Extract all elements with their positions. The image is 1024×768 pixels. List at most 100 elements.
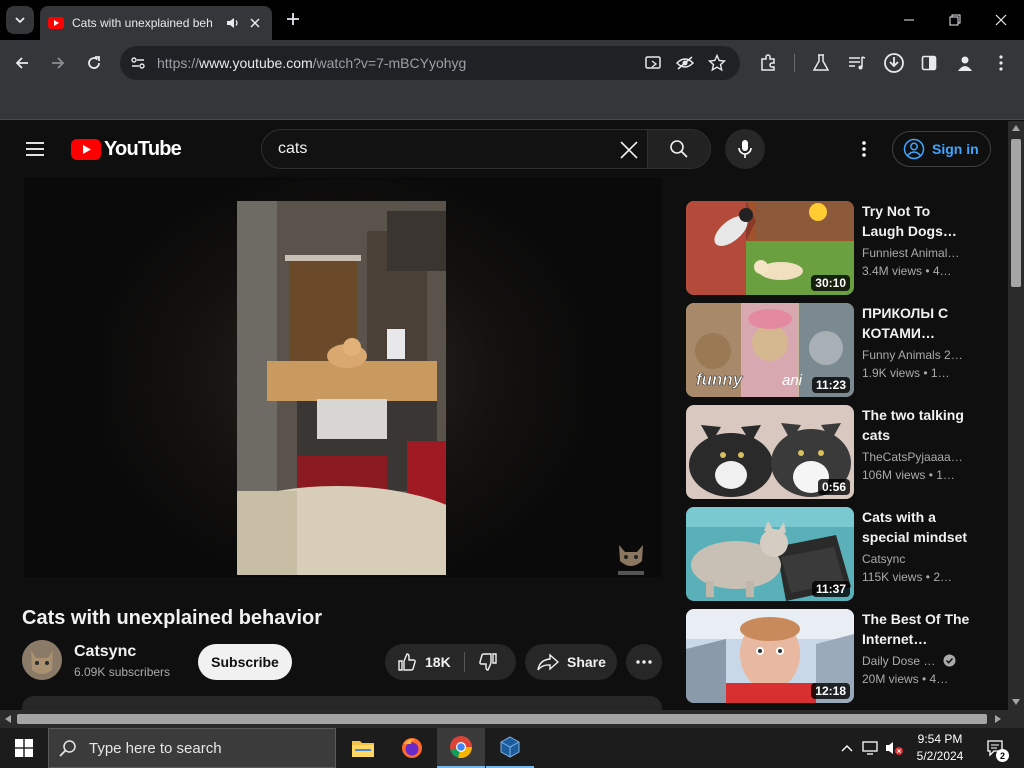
related-thumbnail[interactable]: 12:18: [686, 609, 854, 703]
profile-icon[interactable]: [954, 52, 976, 74]
related-video[interactable]: 30:10 Try Not To Laugh Dogs… Funniest An…: [686, 201, 986, 295]
sign-in-button[interactable]: Sign in: [892, 131, 991, 167]
notifications-button[interactable]: 2: [983, 736, 1009, 762]
like-dislike-bar: 18K: [385, 644, 516, 680]
chevron-down-icon: [15, 17, 25, 24]
video-duration: 11:23: [811, 377, 850, 393]
restore-button[interactable]: [932, 0, 978, 40]
related-thumbnail[interactable]: 11:37: [686, 507, 854, 601]
scroll-up-icon[interactable]: [1012, 125, 1020, 131]
video-frame-image: [237, 201, 446, 575]
video-player[interactable]: [24, 177, 662, 577]
back-button[interactable]: [10, 51, 34, 75]
vertical-scrollbar[interactable]: [1008, 121, 1024, 710]
site-settings-icon[interactable]: [130, 55, 146, 71]
search-button[interactable]: [647, 129, 711, 169]
vertical-scroll-thumb[interactable]: [1011, 139, 1021, 287]
subscriber-count: 6.09K subscribers: [74, 665, 171, 679]
close-window-button[interactable]: [978, 0, 1024, 40]
labs-flask-icon[interactable]: [810, 52, 832, 74]
eye-slash-icon[interactable]: [675, 53, 695, 73]
channel-watermark-icon[interactable]: [616, 541, 646, 577]
thumbnail-overlay-text: funny: [696, 370, 744, 389]
file-explorer-app[interactable]: [339, 728, 387, 768]
firefox-app[interactable]: [388, 728, 436, 768]
like-button[interactable]: 18K: [385, 644, 465, 680]
description-box[interactable]: [22, 696, 662, 710]
related-thumbnail[interactable]: funny ani 11:23: [686, 303, 854, 397]
tab-search-button[interactable]: [6, 6, 34, 34]
related-channel[interactable]: Catsync: [862, 552, 982, 566]
share-button[interactable]: Share: [525, 644, 617, 680]
speaker-icon[interactable]: [226, 16, 240, 30]
related-video[interactable]: 12:18 The Best Of The Internet… Daily Do…: [686, 609, 986, 703]
search-box[interactable]: cats: [261, 129, 648, 169]
related-channel[interactable]: Daily Dose …: [862, 654, 982, 668]
channel-name[interactable]: Catsync: [74, 643, 136, 661]
video-frame[interactable]: [237, 201, 446, 575]
url-path: /watch?v=7-mBCYyohyg: [312, 55, 467, 71]
chrome-app[interactable]: [437, 728, 485, 768]
volume-button[interactable]: [884, 736, 906, 760]
search-input[interactable]: cats: [278, 140, 307, 158]
more-horiz-icon: [636, 660, 652, 664]
forward-button[interactable]: [46, 51, 70, 75]
related-meta: 1.9K views • 1…: [862, 366, 950, 380]
folder-icon: [352, 741, 374, 757]
related-video[interactable]: 0:56 The two talking cats TheCatsPyjaaaa…: [686, 405, 986, 499]
media-control-icon[interactable]: [846, 52, 868, 74]
side-panel-icon[interactable]: [918, 52, 940, 74]
related-title[interactable]: The Best Of The Internet…: [862, 609, 972, 649]
url-text: https://www.youtube.com/watch?v=7-mBCYyo…: [157, 55, 466, 71]
close-tab-icon[interactable]: [250, 18, 260, 28]
scroll-right-icon[interactable]: [995, 715, 1001, 723]
scroll-left-icon[interactable]: [5, 715, 11, 723]
active-tab[interactable]: Cats with unexplained beh: [40, 6, 272, 40]
related-title[interactable]: Try Not To Laugh Dogs…: [862, 201, 972, 241]
dislike-button[interactable]: [473, 650, 503, 674]
related-channel[interactable]: Funniest Animal…: [862, 246, 982, 260]
taskbar-search-box[interactable]: Type here to search: [48, 728, 336, 768]
clear-search-button[interactable]: [618, 139, 640, 161]
subscribe-button[interactable]: Subscribe: [198, 644, 292, 680]
reload-button[interactable]: [82, 51, 106, 75]
related-title[interactable]: The two talking cats: [862, 405, 972, 445]
virtualbox-app[interactable]: [486, 728, 534, 768]
show-hidden-icons-button[interactable]: [836, 736, 858, 760]
related-thumbnail[interactable]: 0:56: [686, 405, 854, 499]
chrome-menu-icon[interactable]: [990, 52, 1012, 74]
network-status-button[interactable]: [860, 736, 882, 760]
horizontal-scrollbar[interactable]: [0, 710, 1024, 728]
related-channel[interactable]: Funny Animals 2…: [862, 348, 982, 362]
virtualbox-icon: [500, 736, 520, 758]
settings-menu-button[interactable]: [852, 137, 876, 161]
thumbnail-overlay-text-2: ani: [782, 372, 803, 389]
address-bar[interactable]: https://www.youtube.com/watch?v=7-mBCYyo…: [120, 46, 740, 80]
new-tab-button[interactable]: [282, 8, 304, 30]
related-video[interactable]: funny ani 11:23 ПРИКОЛЫ С КОТАМИ… Funny …: [686, 303, 986, 397]
logo-wordmark: YouTube: [104, 137, 182, 160]
reload-icon: [88, 56, 100, 69]
extensions-icon[interactable]: [757, 52, 779, 74]
related-video[interactable]: 11:37 Cats with a special mindset Catsyn…: [686, 507, 986, 601]
thumbs-up-icon: [398, 653, 416, 671]
youtube-favicon-icon: [48, 17, 64, 29]
download-icon[interactable]: [883, 52, 905, 74]
related-title[interactable]: ПРИКОЛЫ С КОТАМИ…: [862, 303, 972, 343]
taskbar-clock[interactable]: 9:54 PM 5/2/2024: [912, 731, 968, 765]
start-button[interactable]: [0, 728, 48, 768]
youtube-logo[interactable]: YouTube: [71, 137, 182, 161]
cast-icon[interactable]: [643, 53, 663, 73]
more-actions-button[interactable]: [626, 644, 662, 680]
horizontal-scroll-thumb[interactable]: [17, 714, 987, 724]
close-icon: [620, 141, 638, 159]
bookmark-star-icon[interactable]: [707, 53, 727, 73]
related-thumbnail[interactable]: 30:10: [686, 201, 854, 295]
scroll-down-icon[interactable]: [1012, 699, 1020, 705]
guide-menu-button[interactable]: [20, 137, 50, 161]
channel-avatar[interactable]: [22, 640, 62, 680]
related-channel[interactable]: TheCatsPyjaaaa…: [862, 450, 982, 464]
related-title[interactable]: Cats with a special mindset: [862, 507, 972, 547]
voice-search-button[interactable]: [725, 129, 765, 169]
minimize-button[interactable]: [886, 0, 932, 40]
